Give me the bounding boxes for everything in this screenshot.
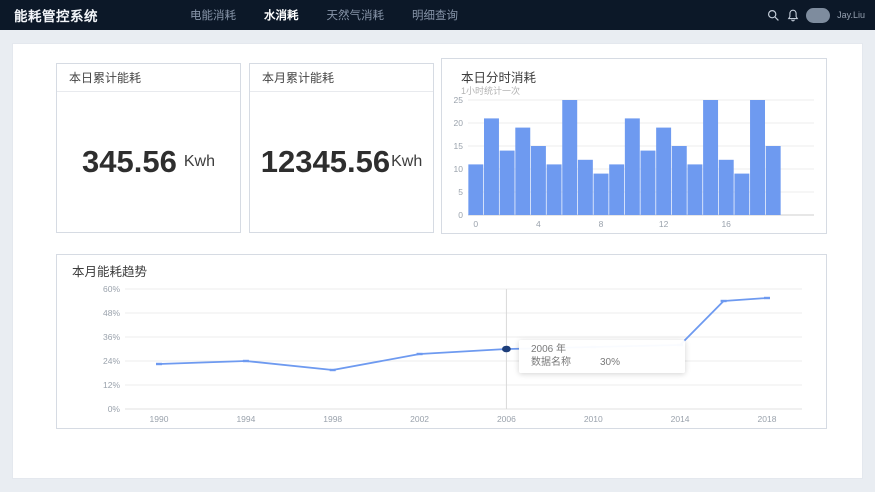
data-point-marker <box>764 297 770 299</box>
username-label: Jay.Liu <box>837 10 865 20</box>
monthly-total-unit: Kwh <box>391 153 422 171</box>
daily-total-value: 345.56 <box>82 144 177 180</box>
daily-total-title: 本日累计能耗 <box>57 64 240 92</box>
main-content-panel: 本日累计能耗 345.56 Kwh 本月累计能耗 12345.56 Kwh 本日… <box>12 43 863 479</box>
svg-text:5: 5 <box>458 187 463 197</box>
monthly-trend-line-chart[interactable]: 0% 12% 24% 36% 48% 60% 1990 1994 1998 2002 2006 201… <box>57 255 826 428</box>
svg-text:15: 15 <box>454 141 464 151</box>
navbar-right-cluster: Jay.Liu <box>767 0 865 30</box>
svg-text:24%: 24% <box>103 356 120 366</box>
svg-text:36%: 36% <box>103 332 120 342</box>
user-avatar[interactable] <box>806 8 830 23</box>
app-title: 能耗管控系统 <box>14 5 98 25</box>
svg-text:10: 10 <box>454 164 464 174</box>
hourly-bar-chart[interactable]: 0 5 10 15 20 25 0 4 8 12 16 <box>442 59 826 233</box>
top-navbar: 能耗管控系统 电能消耗 水消耗 天然气消耗 明细查询 Jay.Liu <box>0 0 875 30</box>
monthly-total-value: 12345.56 <box>261 144 390 180</box>
svg-text:2014: 2014 <box>671 414 690 424</box>
svg-text:16: 16 <box>721 219 731 229</box>
monthly-total-title: 本月累计能耗 <box>250 64 433 92</box>
nav-item-水消耗[interactable]: 水消耗 <box>264 7 299 23</box>
svg-text:2002: 2002 <box>410 414 429 424</box>
tooltip-value: 30% <box>600 356 620 369</box>
svg-text:2018: 2018 <box>758 414 777 424</box>
svg-text:1998: 1998 <box>323 414 342 424</box>
highlighted-point <box>502 346 511 353</box>
svg-text:0: 0 <box>473 219 478 229</box>
daily-total-unit: Kwh <box>184 153 215 171</box>
data-point-marker <box>330 369 336 371</box>
svg-text:20: 20 <box>454 118 464 128</box>
search-icon[interactable] <box>767 9 780 22</box>
svg-text:8: 8 <box>599 219 604 229</box>
bell-icon[interactable] <box>787 9 799 22</box>
svg-text:4: 4 <box>536 219 541 229</box>
svg-text:25: 25 <box>454 95 464 105</box>
monthly-total-body: 12345.56 Kwh <box>250 92 433 231</box>
data-point-marker <box>721 300 727 302</box>
main-nav: 电能消耗 水消耗 天然气消耗 明细查询 <box>190 7 458 23</box>
hourly-consumption-card: 本日分时消耗 1小时统计一次 05101520250481216 <box>441 58 827 234</box>
monthly-total-card: 本月累计能耗 12345.56 Kwh <box>249 63 434 233</box>
data-point-marker <box>156 363 162 365</box>
svg-text:60%: 60% <box>103 284 120 294</box>
svg-text:0%: 0% <box>108 404 121 414</box>
daily-total-body: 345.56 Kwh <box>57 92 240 231</box>
nav-item-电能消耗[interactable]: 电能消耗 <box>190 7 236 23</box>
tooltip-title: 2006 年 <box>531 344 673 356</box>
tooltip-series-name: 数据名称 <box>531 356 600 369</box>
nav-item-明细查询[interactable]: 明细查询 <box>412 7 458 23</box>
data-point-marker <box>243 360 249 362</box>
chart-tooltip: 2006 年 数据名称 30% <box>519 340 685 373</box>
svg-text:1994: 1994 <box>236 414 255 424</box>
monthly-trend-card: 本月能耗趋势 0%12%24%36%48%60%1990199419982002… <box>56 254 827 429</box>
data-point-marker <box>417 353 423 355</box>
svg-text:2006: 2006 <box>497 414 516 424</box>
svg-text:1990: 1990 <box>150 414 169 424</box>
bar-series <box>468 100 780 215</box>
svg-text:12%: 12% <box>103 380 120 390</box>
svg-text:48%: 48% <box>103 308 120 318</box>
daily-total-card: 本日累计能耗 345.56 Kwh <box>56 63 241 233</box>
svg-text:2010: 2010 <box>584 414 603 424</box>
svg-text:0: 0 <box>458 210 463 220</box>
svg-text:12: 12 <box>659 219 669 229</box>
nav-item-天然气消耗[interactable]: 天然气消耗 <box>327 7 385 23</box>
